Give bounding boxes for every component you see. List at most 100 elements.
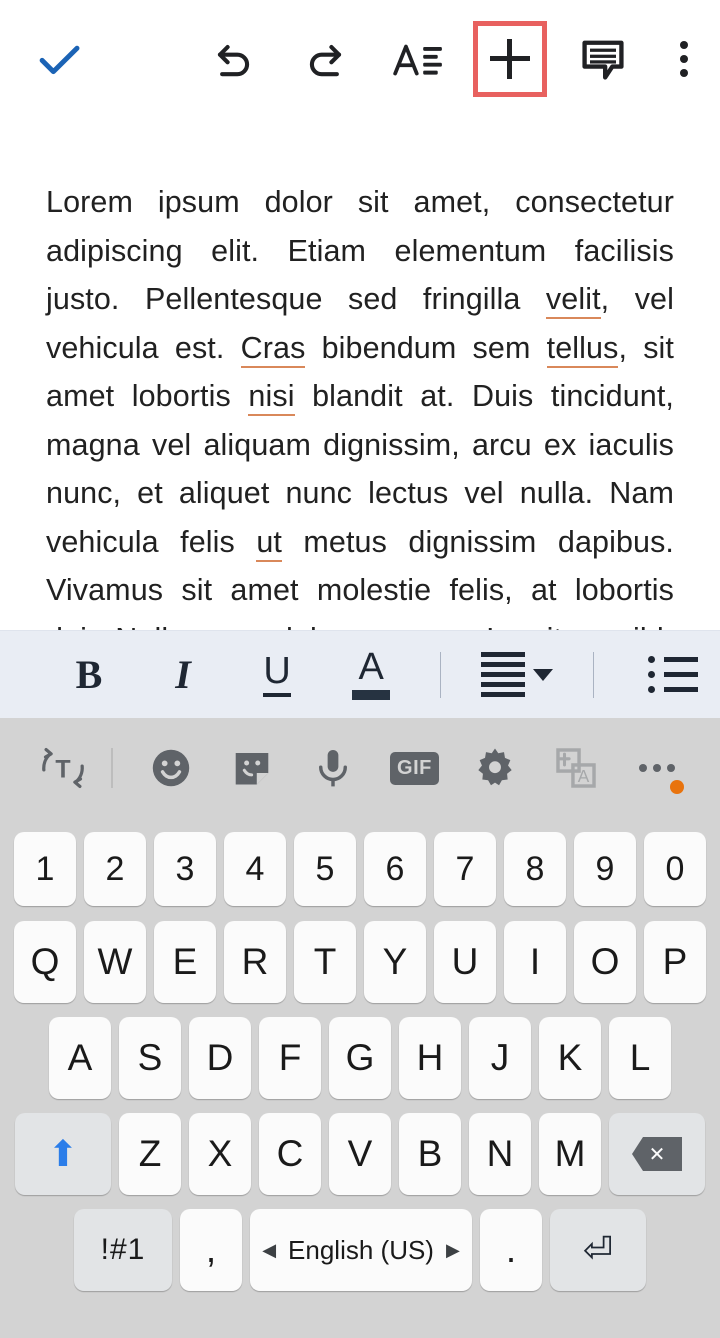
key-h[interactable]: H	[399, 1017, 461, 1099]
key-s[interactable]: S	[119, 1017, 181, 1099]
key-7[interactable]: 7	[434, 832, 496, 906]
alignment-button[interactable]	[463, 631, 571, 719]
keyboard-row-space: !#1 , ◀ English (US) ▶ . ⏎	[6, 1202, 714, 1298]
key-f[interactable]: F	[259, 1017, 321, 1099]
gear-icon	[478, 748, 513, 786]
text-color-button[interactable]: A	[324, 631, 418, 719]
keyboard-more-button[interactable]	[617, 764, 698, 794]
key-a[interactable]: A	[49, 1017, 111, 1099]
insert-button[interactable]	[464, 0, 556, 118]
key-m[interactable]: M	[539, 1113, 601, 1195]
enter-key[interactable]: ⏎	[550, 1209, 646, 1291]
keyboard-toolbar-divider	[111, 748, 113, 788]
kebab-menu-icon	[680, 41, 689, 77]
key-2[interactable]: 2	[84, 832, 146, 906]
clipboard-translate-button[interactable]: T	[22, 745, 103, 791]
keyboard-row-home: ASDFGHJKL	[6, 1010, 714, 1106]
space-key[interactable]: ◀ English (US) ▶	[250, 1209, 472, 1291]
key-o[interactable]: O	[574, 921, 636, 1003]
key-p[interactable]: P	[644, 921, 706, 1003]
overflow-menu-button[interactable]	[649, 0, 720, 118]
misspelled-word: nisi	[248, 379, 295, 416]
gif-button[interactable]: GIF	[374, 751, 455, 785]
key-x[interactable]: X	[189, 1113, 251, 1195]
key-v[interactable]: V	[329, 1113, 391, 1195]
key-u[interactable]: U	[434, 921, 496, 1003]
keyboard-row-bottom: ⬆ ZXCVBNM ✕	[6, 1106, 714, 1202]
key-5[interactable]: 5	[294, 832, 356, 906]
key-q[interactable]: Q	[14, 921, 76, 1003]
voice-input-button[interactable]	[293, 745, 374, 791]
sticker-button[interactable]	[212, 745, 293, 791]
enter-arrow-icon: ⏎	[582, 1229, 614, 1270]
translate-button[interactable]: A	[536, 745, 617, 791]
key-l[interactable]: L	[609, 1017, 671, 1099]
t-refresh-icon: T	[41, 747, 84, 789]
undo-button[interactable]	[187, 0, 279, 118]
backspace-key[interactable]: ✕	[609, 1113, 705, 1195]
period-key[interactable]: .	[480, 1209, 542, 1291]
key-c[interactable]: C	[259, 1113, 321, 1195]
underline-icon: U	[263, 652, 291, 697]
insert-highlight-box	[473, 21, 548, 97]
align-justify-icon	[481, 652, 526, 697]
app-toolbar	[0, 0, 720, 118]
text-color-icon: A	[352, 648, 391, 700]
prev-language-arrow-icon[interactable]: ◀	[262, 1240, 276, 1261]
key-r[interactable]: R	[224, 921, 286, 1003]
keyboard-settings-button[interactable]	[455, 745, 536, 791]
comment-button[interactable]	[557, 0, 649, 118]
emoji-button[interactable]	[131, 745, 212, 791]
key-9[interactable]: 9	[574, 832, 636, 906]
bold-button[interactable]: B	[42, 631, 136, 719]
next-language-arrow-icon[interactable]: ▶	[446, 1240, 460, 1261]
emoji-smiley-icon	[153, 749, 190, 787]
notification-badge-dot	[669, 780, 684, 794]
undo-icon	[218, 45, 250, 77]
shift-key[interactable]: ⬆	[15, 1113, 111, 1195]
document-canvas[interactable]: Lorem ipsum dolor sit amet, consectetur …	[0, 118, 720, 630]
italic-button[interactable]: I	[136, 631, 230, 719]
key-j[interactable]: J	[469, 1017, 531, 1099]
chevron-down-icon	[533, 668, 554, 681]
key-d[interactable]: D	[189, 1017, 251, 1099]
done-check-button[interactable]	[0, 0, 117, 118]
key-i[interactable]: I	[504, 921, 566, 1003]
key-b[interactable]: B	[399, 1113, 461, 1195]
misspelled-word: velit	[545, 282, 601, 319]
redo-button[interactable]	[280, 0, 372, 118]
keyboard-toolbar: T GIF A	[0, 718, 720, 818]
key-4[interactable]: 4	[224, 832, 286, 906]
key-z[interactable]: Z	[119, 1113, 181, 1195]
microphone-icon	[319, 749, 348, 787]
underline-button[interactable]: U	[230, 631, 324, 719]
misspelled-word: Cras	[240, 330, 306, 368]
translate-icon: A	[556, 748, 597, 788]
space-language-label: English (US)	[288, 1234, 434, 1265]
shift-arrow-icon: ⬆	[47, 1133, 79, 1174]
key-8[interactable]: 8	[504, 832, 566, 906]
key-t[interactable]: T	[294, 921, 356, 1003]
key-k[interactable]: K	[539, 1017, 601, 1099]
key-w[interactable]: W	[84, 921, 146, 1003]
key-e[interactable]: E	[154, 921, 216, 1003]
key-6[interactable]: 6	[364, 832, 426, 906]
check-icon	[39, 45, 80, 75]
plus-icon	[490, 39, 531, 79]
svg-text:A: A	[578, 766, 590, 786]
backspace-icon: ✕	[632, 1137, 682, 1171]
key-g[interactable]: G	[329, 1017, 391, 1099]
comma-key[interactable]: ,	[180, 1209, 242, 1291]
key-3[interactable]: 3	[154, 832, 216, 906]
key-y[interactable]: Y	[364, 921, 426, 1003]
key-0[interactable]: 0	[644, 832, 706, 906]
redo-icon	[309, 45, 341, 77]
italic-icon: I	[175, 652, 191, 697]
format-button[interactable]	[372, 0, 464, 118]
document-paragraph[interactable]: Lorem ipsum dolor sit amet, consectetur …	[46, 178, 674, 630]
text-color-swatch	[352, 689, 391, 700]
bulleted-list-button[interactable]	[626, 631, 720, 719]
key-n[interactable]: N	[469, 1113, 531, 1195]
symbols-key[interactable]: !#1	[74, 1209, 172, 1291]
key-1[interactable]: 1	[14, 832, 76, 906]
